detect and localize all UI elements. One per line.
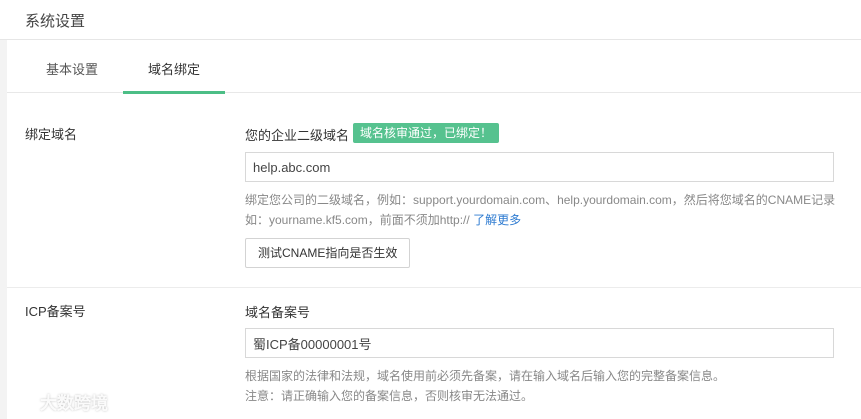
test-cname-button[interactable]: 测试CNAME指向是否生效 [245, 238, 411, 268]
tab-bar: 基本设置 域名绑定 [7, 40, 861, 94]
watermark-text: 大数跨境 [40, 393, 108, 413]
watermark: 大数跨境 [6, 388, 108, 414]
domain-help-text: 如：yourname.kf5.com，前面不须加http:// [245, 213, 470, 227]
domain-input[interactable] [245, 152, 834, 182]
tab-domain-binding[interactable]: 域名绑定 [123, 40, 225, 94]
icp-input[interactable] [245, 328, 834, 358]
domain-field-label: 您的企业二级域名 [245, 128, 350, 143]
page-title: 系统设置 [25, 13, 86, 30]
domain-help-line1: 绑定您公司的二级域名，例如：support.yourdomain.com、hel… [245, 193, 836, 207]
domain-help-line2: 如：yourname.kf5.com，前面不须加http:// 了解更多 [245, 210, 521, 230]
watermark-logo-icon [8, 391, 32, 412]
page-header: 系统设置 [0, 0, 861, 40]
status-badge: 域名核审通过，已绑定！ [353, 123, 500, 143]
section-divider [7, 287, 861, 288]
learn-more-link[interactable]: 了解更多 [473, 213, 521, 227]
domain-section-label: 绑定域名 [25, 127, 78, 142]
icp-help-line2: 注意：请正确输入您的备案信息，否则核审无法通过。 [245, 389, 534, 403]
tab-basic-settings[interactable]: 基本设置 [21, 40, 123, 93]
icp-help-line1: 根据国家的法律和法规，域名使用前必须先备案，请在输入域名后输入您的完整备案信息。 [245, 369, 726, 383]
icp-section-label: ICP备案号 [25, 304, 86, 319]
settings-card: 基本设置 域名绑定 绑定域名 您的企业二级域名 域名核审通过，已绑定！ 绑定您公… [7, 40, 861, 419]
icp-field-label: 域名备案号 [245, 305, 311, 320]
